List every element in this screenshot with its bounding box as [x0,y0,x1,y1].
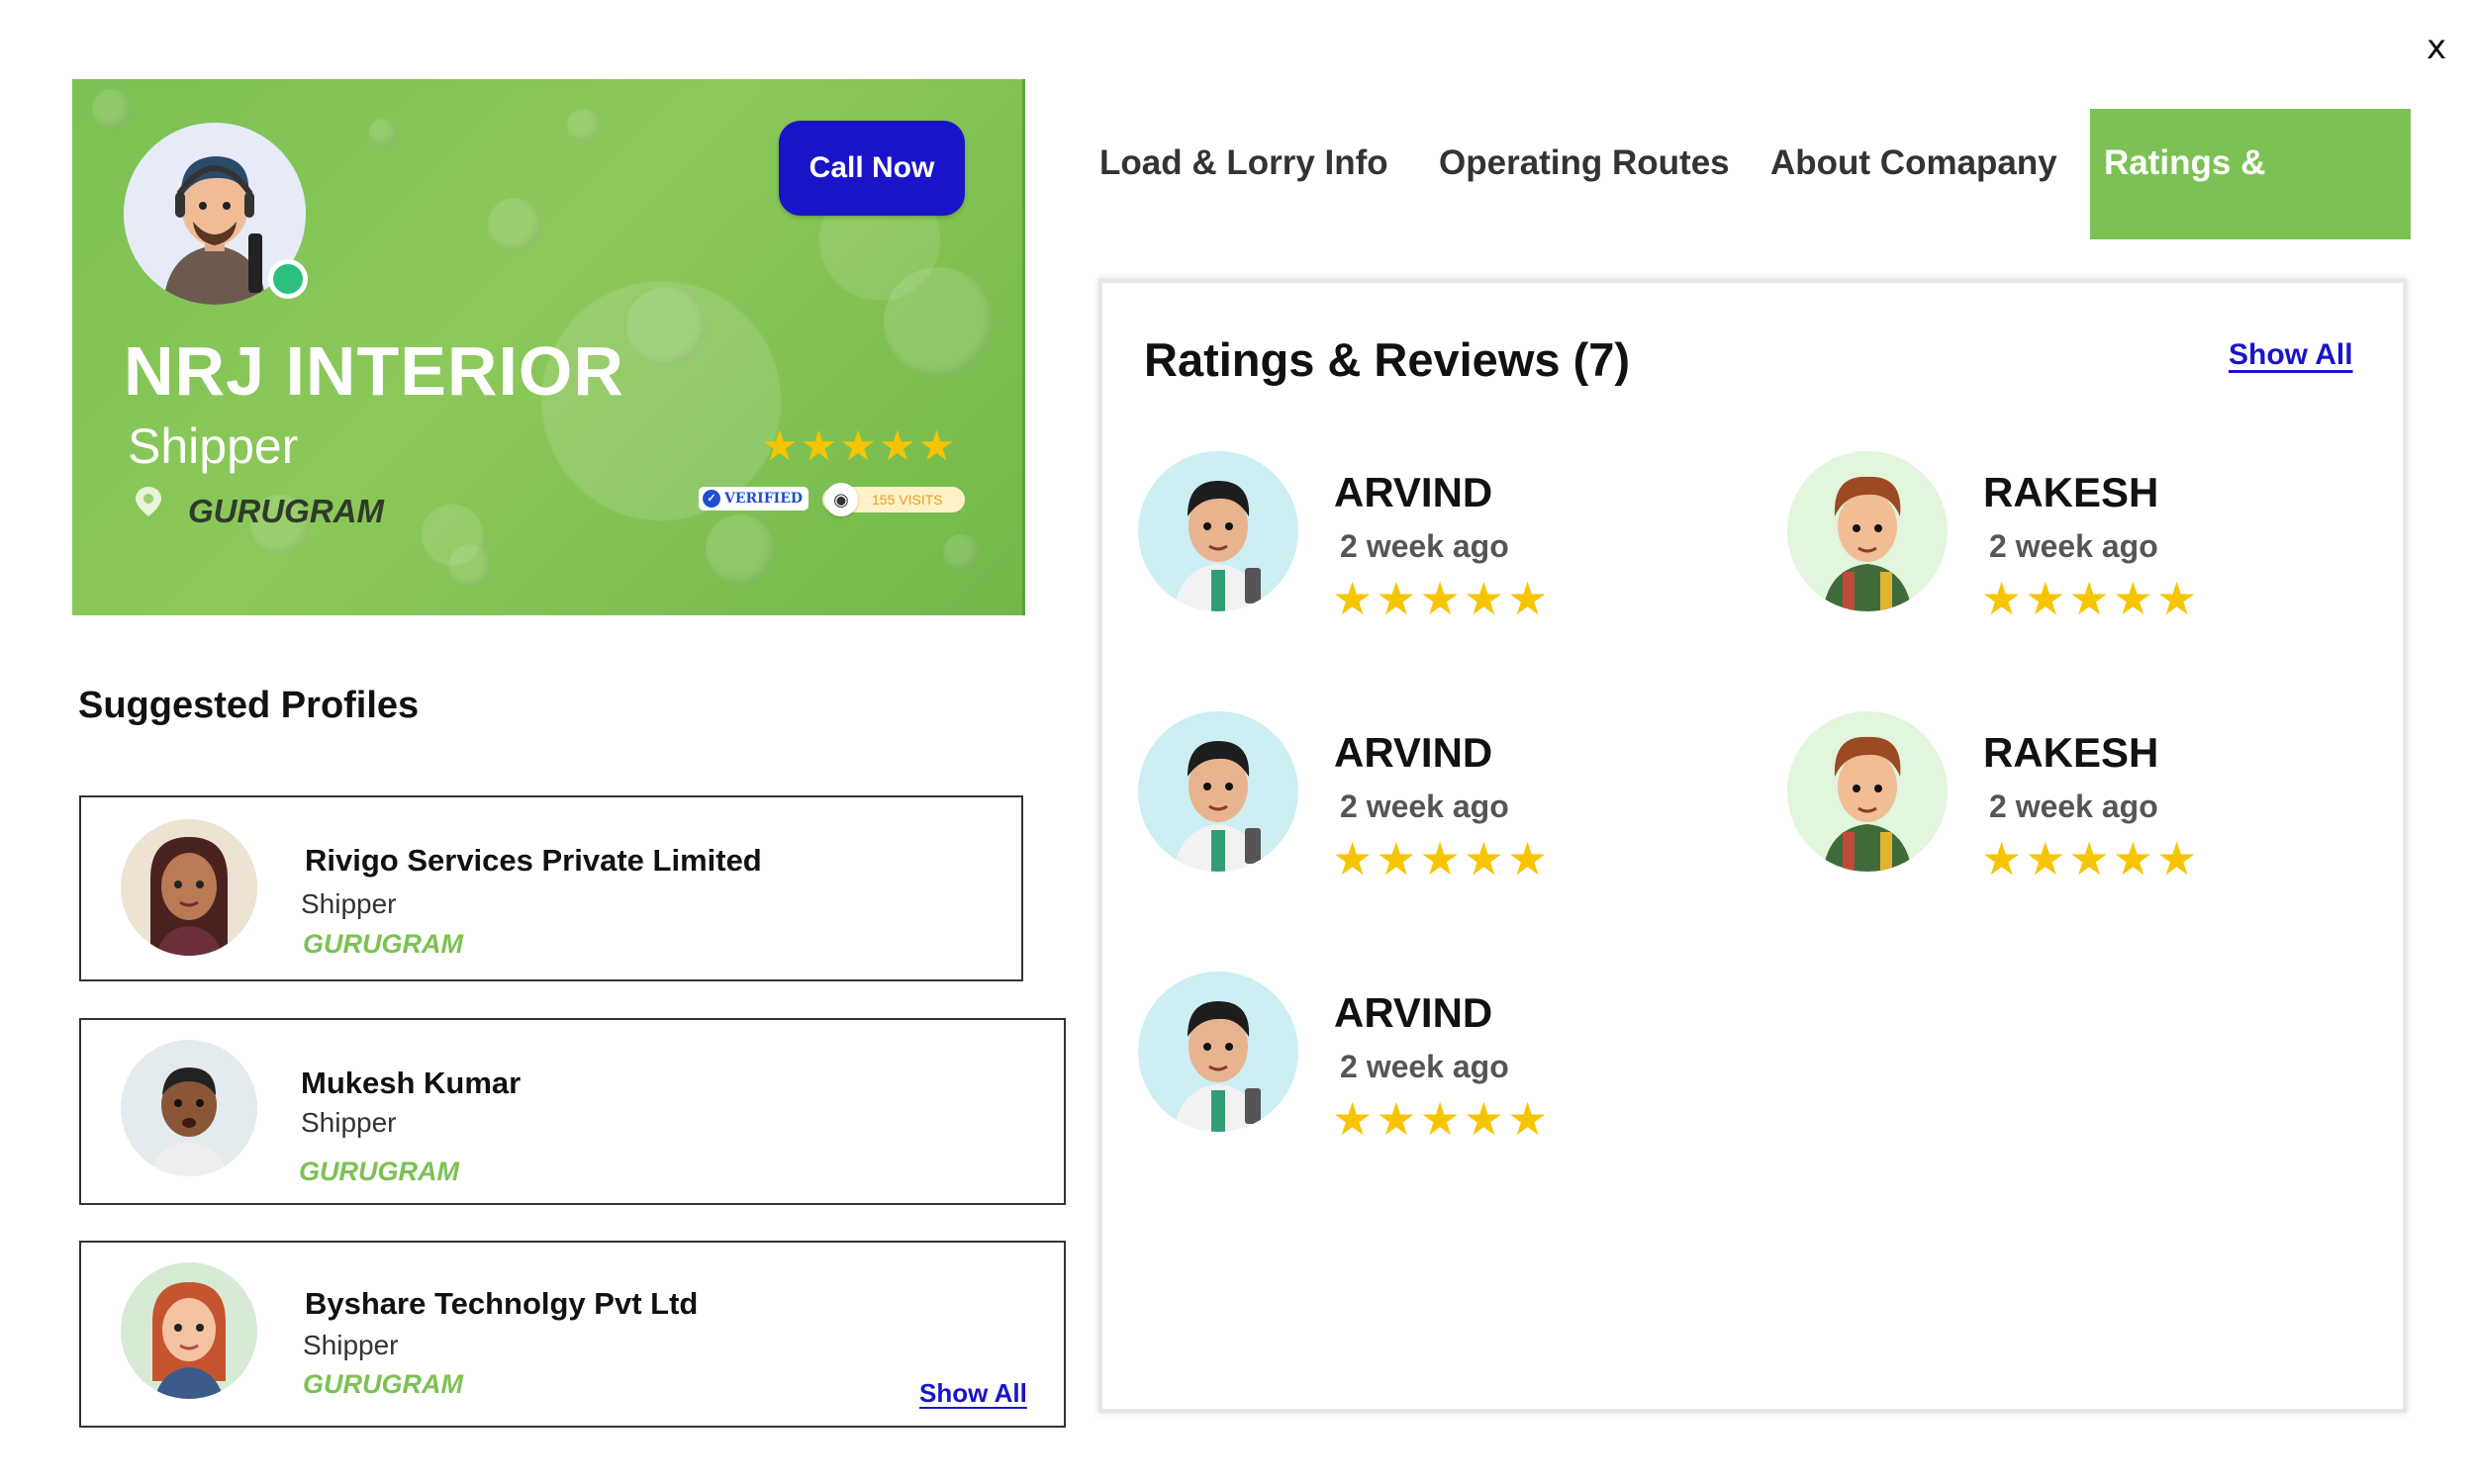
suggested-profiles-title: Suggested Profiles [78,685,420,726]
profile-card: Call Now NRJ INTERIOR Shipper GURUGRAM ★… [72,79,1025,615]
tab-operating-routes[interactable]: Operating Routes [1439,109,1730,237]
reviewer-avatar [1138,972,1298,1132]
avatar [121,1262,257,1399]
suggested-profile-card[interactable]: Rivigo Services Private Limited Shipper … [79,795,1023,981]
suggested-profile-name: Rivigo Services Private Limited [305,843,762,878]
review-rating-stars: ★★★★★ [1332,833,1552,884]
reviewer-name: RAKESH [1983,729,2159,776]
tab-about-company[interactable]: About Comapany [1770,109,2057,237]
suggested-profile-role: Shipper [301,888,397,919]
review-rating-stars: ★★★★★ [1332,1093,1552,1145]
profile-rating-stars: ★★★★★ [761,422,958,469]
company-city: GURUGRAM [188,493,384,529]
review-rating-stars: ★★★★★ [1981,833,2201,884]
avatar [121,819,257,956]
suggested-profile-city: GURUGRAM [303,929,463,959]
review-item: RAKESH 2 week ago ★★★★★ [1787,451,2341,629]
review-item: RAKESH 2 week ago ★★★★★ [1787,711,2341,889]
review-time: 2 week ago [1989,788,2158,824]
suggested-show-all-link[interactable]: Show All [919,1378,1027,1409]
suggested-profile-card[interactable]: Mukesh Kumar Shipper GURUGRAM [79,1018,1066,1205]
reviewer-avatar [1787,711,1948,872]
suggested-profile-name: Mukesh Kumar [301,1066,522,1100]
reviews-title: Ratings & Reviews (7) [1144,333,1631,386]
suggested-profile-name: Byshare Technolgy Pvt Ltd [305,1286,699,1321]
review-time: 2 week ago [1340,788,1509,824]
close-button[interactable]: x [2426,28,2446,67]
company-name: NRJ INTERIOR [124,332,624,410]
review-item: ARVIND 2 week ago ★★★★★ [1138,451,1692,629]
visits-label: 155 VISITS [872,492,943,508]
reviewer-name: ARVIND [1334,989,1493,1036]
suggested-profile-role: Shipper [301,1107,397,1138]
tab-load-lorry-info[interactable]: Load & Lorry Info [1099,109,1388,237]
review-rating-stars: ★★★★★ [1332,573,1552,624]
visits-badge: ◉ 155 VISITS [822,483,965,516]
suggested-profile-role: Shipper [303,1330,399,1360]
check-shield-icon: ✓ [703,490,720,508]
reviewer-name: ARVIND [1334,469,1493,515]
reviewer-avatar [1138,451,1298,611]
location-pin-icon [136,487,161,516]
eye-icon: ◉ [824,483,858,516]
verified-label: VERIFIED [724,491,804,507]
suggested-profile-city: GURUGRAM [299,1157,459,1186]
review-time: 2 week ago [1340,1049,1509,1084]
reviewer-name: ARVIND [1334,729,1493,776]
suggested-profile-city: GURUGRAM [303,1369,463,1399]
online-status-dot [268,259,308,299]
reviews-panel: Ratings & Reviews (7) Show All ARVIND 2 … [1098,279,2407,1413]
review-rating-stars: ★★★★★ [1981,573,2201,624]
review-item: ARVIND 2 week ago ★★★★★ [1138,972,1692,1150]
suggested-profile-card[interactable]: Byshare Technolgy Pvt Ltd Shipper GURUGR… [79,1241,1066,1428]
avatar [121,1040,257,1176]
company-role: Shipper [128,418,299,474]
reviews-show-all-link[interactable]: Show All [2229,338,2353,372]
tab-ratings-reviews[interactable]: Ratings & Reviews [2090,109,2411,291]
reviewer-name: RAKESH [1983,469,2159,515]
reviewer-avatar [1138,711,1298,872]
review-item: ARVIND 2 week ago ★★★★★ [1138,711,1692,889]
call-now-button[interactable]: Call Now [779,121,965,216]
review-time: 2 week ago [1989,528,2158,564]
reviewer-avatar [1787,451,1948,611]
verified-badge: ✓ VERIFIED [699,487,809,510]
review-time: 2 week ago [1340,528,1509,564]
